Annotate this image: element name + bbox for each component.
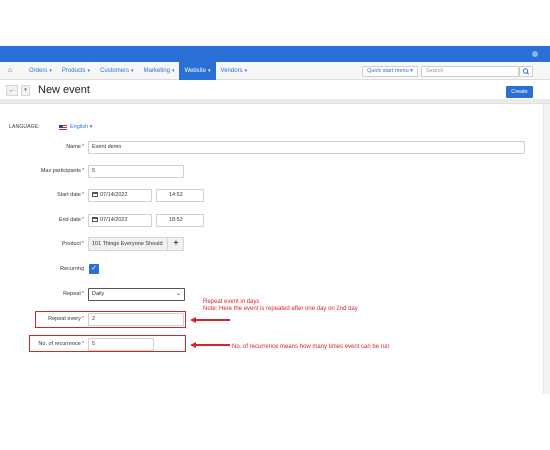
chevron-down-icon: ▾ — [171, 68, 175, 74]
start-time-input[interactable]: 14:52 — [156, 189, 204, 202]
repeat-label-text: Repeat — [63, 291, 81, 297]
plus-icon: + — [173, 238, 179, 247]
check-icon: ✓ — [91, 265, 97, 272]
repeat-value: Daily — [92, 291, 105, 297]
arrow-left-icon — [190, 317, 196, 323]
max-participants-input[interactable]: 5 — [88, 165, 184, 178]
chevron-down-icon: ▾ — [131, 68, 134, 74]
product-label: Product* — [62, 241, 84, 247]
page-title: New event — [38, 84, 90, 96]
main-navbar: ⌂ Orders ▾ Products ▾ Customers ▾ Marketing… — [0, 62, 550, 80]
nav-item-website[interactable]: Website ▾ — [179, 62, 216, 80]
end-date-value: 07/14/2022 — [100, 217, 128, 223]
repeat-note-line1: Repeat event in days — [203, 299, 260, 305]
chevron-down-icon: ⌄ — [175, 291, 181, 297]
nav-item-label: Customers — [100, 68, 130, 74]
repeat-select[interactable]: Daily ⌄ — [88, 288, 185, 301]
language-label: LANGUAGE: — [9, 124, 40, 130]
notification-dot — [532, 51, 538, 57]
chevron-down-icon: ▾ — [244, 68, 248, 74]
quick-start-label: Quick start menu — [367, 68, 409, 74]
nav-item-orders[interactable]: Orders ▾ — [24, 62, 57, 80]
nav-item-label: Website — [184, 68, 207, 74]
chevron-down-icon: ▾ — [87, 68, 91, 74]
create-button[interactable]: Create — [506, 86, 533, 98]
header-divider — [0, 99, 550, 104]
name-label-text: Name — [66, 144, 81, 150]
end-time-input[interactable]: 18:52 — [156, 214, 204, 227]
max-participants-label-text: Max participants — [40, 168, 81, 174]
end-date-label-text: End date — [58, 217, 81, 223]
recurrence-highlight — [29, 335, 186, 352]
required-marker: * — [81, 217, 84, 223]
end-date-label: End date* — [59, 217, 84, 223]
repeat-label: Repeat* — [63, 291, 84, 297]
recurrence-note: No. of recurrence means how many times e… — [232, 344, 390, 350]
recurring-checkbox[interactable]: ✓ — [89, 264, 99, 274]
annotation-arrow-line — [196, 344, 230, 346]
add-product-button[interactable]: + — [167, 237, 184, 251]
end-date-input[interactable]: 07/14/2022 — [88, 214, 152, 227]
scrollbar[interactable] — [543, 104, 550, 394]
search-input[interactable]: Search — [421, 66, 519, 77]
nav-item-vendors[interactable]: Vendors ▾ — [216, 62, 253, 80]
start-date-label-text: Start date — [57, 192, 81, 198]
nav-item-label: Products — [61, 68, 86, 74]
nav-menu: Orders ▾ Products ▾ Customers ▾ Marketing ▾ … — [24, 62, 252, 80]
required-marker: * — [81, 291, 84, 297]
nav-item-label: Vendors — [220, 68, 243, 74]
chevron-down-icon: ▾ — [208, 68, 211, 74]
required-marker: * — [81, 192, 84, 198]
required-marker: * — [81, 144, 84, 150]
max-participants-label: Max participants* — [41, 168, 84, 174]
chevron-down-icon: ▾ — [24, 87, 27, 93]
nav-item-label: Orders — [29, 68, 48, 74]
search-button[interactable] — [519, 66, 533, 77]
repeat-every-highlight — [35, 311, 186, 328]
us-flag-icon — [59, 125, 67, 130]
language-selector[interactable]: English ▾ — [70, 124, 92, 130]
calendar-icon — [92, 192, 98, 197]
nav-item-customers[interactable]: Customers ▾ — [95, 62, 139, 80]
product-label-text: Product — [61, 241, 81, 247]
name-input[interactable]: Event demo — [88, 141, 525, 154]
required-marker: * — [81, 241, 84, 247]
repeat-note-line2: Note: Here the event is repeated after o… — [203, 306, 358, 312]
start-date-value: 07/14/2022 — [100, 192, 128, 198]
quick-start-menu-button[interactable]: Quick start menu ▾ — [362, 66, 418, 77]
top-strip — [0, 46, 550, 62]
start-date-label: Start date* — [57, 192, 84, 198]
page-header: ← ▾ New event Create — [0, 81, 550, 99]
page-actions-dropdown[interactable]: ▾ — [21, 85, 30, 96]
name-label: Name* — [66, 144, 84, 150]
recurring-label: Recurring — [60, 266, 84, 272]
search-icon — [522, 68, 530, 75]
nav-item-label: Marketing — [143, 68, 170, 74]
language-value: English — [70, 124, 89, 130]
arrow-left-icon — [190, 342, 196, 348]
nav-item-marketing[interactable]: Marketing ▾ — [139, 62, 180, 80]
annotation-arrow-line — [196, 319, 230, 321]
back-button[interactable]: ← — [6, 85, 18, 96]
home-icon[interactable]: ⌂ — [8, 67, 16, 75]
calendar-icon — [92, 217, 98, 222]
chevron-down-icon: ▾ — [49, 68, 52, 74]
arrow-left-icon: ← — [8, 87, 16, 94]
product-value: 101 Things Everyone Should — [92, 241, 163, 247]
nav-item-products[interactable]: Products ▾ — [57, 62, 95, 80]
start-date-input[interactable]: 07/14/2022 — [88, 189, 152, 202]
required-marker: * — [81, 168, 84, 174]
chevron-down-icon: ▾ — [89, 124, 93, 130]
